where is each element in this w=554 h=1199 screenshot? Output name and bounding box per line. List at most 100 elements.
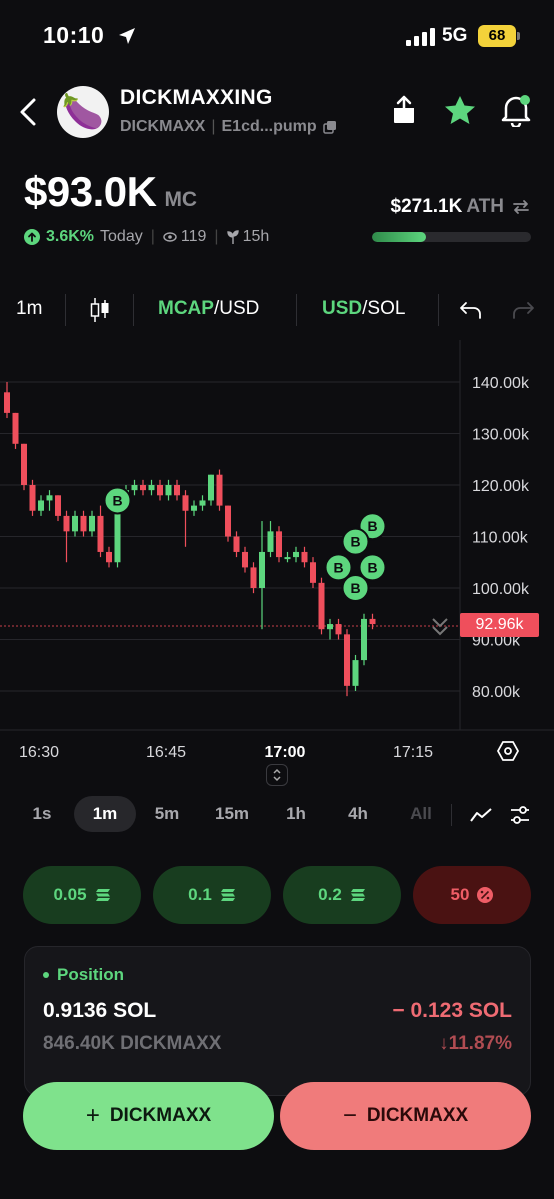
- buy-marker-label: B: [333, 559, 343, 575]
- price-chart[interactable]: 140.00k130.00k120.00k110.00k100.00k90.00…: [0, 340, 554, 780]
- ath-label: ATH: [466, 196, 504, 217]
- candlestick-icon[interactable]: [89, 296, 111, 324]
- quick-buy-amount: 0.05: [53, 885, 87, 904]
- quick-buy-0.2[interactable]: 0.2: [283, 866, 401, 924]
- separator: |: [214, 228, 219, 245]
- candle-body: [106, 551, 112, 563]
- arrow-up-circle-icon: [24, 229, 40, 245]
- interval-selector[interactable]: 1m: [16, 298, 42, 320]
- timeframe-1h[interactable]: 1h: [273, 796, 319, 832]
- market-cap: $93.0K MC: [24, 168, 197, 216]
- candle-body: [250, 567, 257, 588]
- favorite-button[interactable]: [442, 92, 478, 128]
- current-price-tag: 92.96k: [460, 613, 539, 637]
- holders-count: 119: [180, 228, 207, 245]
- timeframe-all[interactable]: All: [398, 796, 444, 832]
- candle-body: [80, 515, 87, 532]
- candle-body: [318, 582, 325, 630]
- timeframe-5m[interactable]: 5m: [145, 796, 189, 832]
- chevron-left-icon: [20, 98, 36, 126]
- token-avatar: 🍆: [57, 86, 109, 138]
- divider: [133, 294, 134, 326]
- candle-body: [89, 515, 95, 532]
- buy-marker-label: B: [112, 492, 122, 508]
- line-chart-icon[interactable]: [469, 806, 493, 824]
- percent-icon: [477, 887, 494, 903]
- change-percent: 3.6K%: [46, 228, 95, 245]
- copy-icon[interactable]: [322, 120, 337, 134]
- token-name: DICKMAXXING: [120, 86, 273, 109]
- quick-buy-0.05[interactable]: 0.05: [23, 866, 141, 924]
- chevron-double-down-icon[interactable]: [430, 616, 450, 638]
- settings-hexagon-icon[interactable]: [496, 740, 520, 762]
- alerts-button[interactable]: [498, 92, 534, 128]
- y-tick-label: 130.00k: [472, 427, 530, 444]
- y-tick-label: 140.00k: [472, 375, 530, 392]
- position-pnl-sol: − 0.123 SOL: [392, 999, 512, 1022]
- candle-body: [301, 551, 308, 563]
- candle-body: [174, 485, 180, 496]
- back-button[interactable]: [14, 94, 46, 130]
- signal-icon: [406, 28, 435, 46]
- candle-body: [233, 536, 240, 552]
- candle-body: [55, 495, 61, 516]
- solana-icon: [220, 889, 235, 901]
- y-tick-label: 100.00k: [472, 581, 530, 598]
- x-tick-label: 16:30: [19, 744, 59, 761]
- candle-body: [327, 624, 333, 630]
- token-age: 15h: [242, 228, 270, 245]
- chart-toolbar: 1m MCAP/USD USD/SOL: [0, 288, 554, 332]
- candle-body: [191, 505, 197, 511]
- candle-body: [63, 515, 70, 532]
- buy-button[interactable]: + DICKMAXX: [23, 1082, 274, 1150]
- candle-body: [344, 634, 350, 686]
- quick-sell-amount: 50: [450, 885, 470, 904]
- candle-body: [72, 515, 78, 532]
- quick-buy-amount: 0.2: [318, 885, 342, 904]
- candle-body: [276, 531, 282, 558]
- buy-button-label: DICKMAXX: [109, 1105, 212, 1126]
- chart-resize-handle[interactable]: [266, 764, 288, 786]
- candle-body: [267, 531, 274, 552]
- candle-body: [97, 515, 104, 552]
- position-token-amount: 846.40K DICKMAXX: [43, 1033, 222, 1054]
- token-stats: 3.6K% Today | 119 | 15h: [24, 228, 269, 246]
- token-address[interactable]: E1cd...pump: [222, 118, 317, 136]
- timeframe-1s[interactable]: 1s: [22, 796, 62, 832]
- ath-progress-bar: [372, 232, 531, 242]
- bell-plus-icon: [501, 95, 531, 127]
- divider: [438, 294, 439, 326]
- mcap-usd-toggle[interactable]: MCAP/USD: [158, 298, 259, 320]
- redo-icon[interactable]: [512, 300, 536, 320]
- sliders-icon[interactable]: [509, 805, 531, 825]
- x-tick-label: 17:00: [265, 744, 306, 761]
- position-sol-amount: 0.9136 SOL: [43, 999, 157, 1022]
- status-time: 10:10: [43, 22, 105, 48]
- status-dot: [43, 972, 49, 978]
- ath-value: $271.1K: [390, 196, 463, 217]
- quick-sell-50-percent[interactable]: 50: [413, 866, 531, 924]
- ath-progress-fill: [372, 232, 427, 242]
- network-type: 5G: [442, 25, 468, 46]
- eye-icon: [163, 232, 177, 242]
- y-tick-label: 120.00k: [472, 478, 530, 495]
- buy-marker-label: B: [350, 534, 360, 550]
- expand-vertical-icon: [273, 768, 281, 782]
- separator: |: [150, 228, 155, 245]
- swap-icon[interactable]: [512, 199, 530, 215]
- status-bar: 10:10 5G 68: [0, 0, 554, 72]
- sprout-icon: [226, 230, 239, 244]
- sol-label: /SOL: [362, 298, 406, 319]
- share-button[interactable]: [386, 92, 422, 128]
- location-arrow-icon: [119, 28, 135, 44]
- quick-buy-0.1[interactable]: 0.1: [153, 866, 271, 924]
- undo-icon[interactable]: [458, 300, 482, 320]
- battery-cap: [517, 32, 520, 40]
- divider: [296, 294, 297, 326]
- sell-button[interactable]: − DICKMAXX: [280, 1082, 531, 1150]
- timeframe-15m[interactable]: 15m: [206, 796, 258, 832]
- timeframe-4h[interactable]: 4h: [336, 796, 380, 832]
- usd-sol-toggle[interactable]: USD/SOL: [322, 298, 405, 320]
- plus-icon: +: [85, 1102, 100, 1129]
- timeframe-1m[interactable]: 1m: [74, 796, 136, 832]
